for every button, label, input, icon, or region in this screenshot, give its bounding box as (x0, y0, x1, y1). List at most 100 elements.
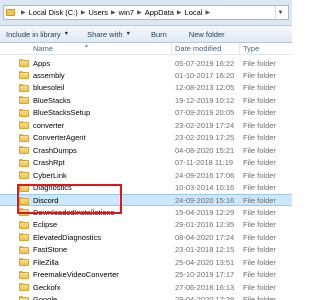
file-name: Google (33, 295, 58, 300)
file-date: 05-07-2019 16:22 (175, 58, 235, 68)
file-name: BlueStacks (33, 95, 71, 105)
file-row[interactable]: CrashRpt 07-11-2018 11:19 File folder (0, 157, 292, 169)
breadcrumb-local-disk[interactable]: Local Disk (C:) (29, 8, 78, 17)
file-row[interactable]: assembly 01-10-2017 16:20 File folder (0, 69, 292, 81)
breadcrumb-appdata[interactable]: AppData (145, 8, 174, 17)
column-divider[interactable] (239, 43, 240, 55)
breadcrumb-local[interactable]: Local (185, 8, 203, 17)
file-row[interactable]: ElevatedDiagnostics 08-04-2020 17:24 File … (0, 231, 292, 243)
chevron-down-icon[interactable]: ▼ (275, 6, 285, 19)
file-date: 25-04-2020 13:51 (175, 257, 235, 267)
folder-icon (19, 220, 29, 229)
file-date: 19-12-2019 10:12 (175, 95, 235, 105)
file-row[interactable]: bluesoleil 12-08-2013 12:05 File folder (0, 82, 292, 94)
column-headers: Name ▲ Date modified Type (0, 43, 292, 55)
address-bar[interactable]: ▶ Local Disk (C:) ▶ Users ▶ win7 ▶ AppDa… (3, 5, 289, 20)
file-type: File folder (243, 70, 276, 80)
file-date: 28-04-2020 17:29 (175, 295, 235, 300)
file-row[interactable]: BlueStacksSetup 07-09-2019 20:05 File fold… (0, 107, 292, 119)
folder-icon (19, 158, 29, 167)
file-type: File folder (243, 133, 276, 143)
file-date: 10-03-2014 10:16 (175, 183, 235, 192)
include-in-library-button[interactable]: Include in library ▼ (2, 30, 73, 39)
chevron-right-icon[interactable]: ▶ (205, 9, 210, 16)
file-name: ElevatedDiagnostics (33, 232, 101, 242)
chevron-right-icon: ▶ (21, 10, 26, 16)
folder-icon (19, 295, 29, 300)
file-date: 23-02-2019 17:24 (175, 120, 235, 130)
file-type: File folder (243, 295, 276, 300)
share-with-button[interactable]: Share with ▼ (83, 30, 135, 39)
file-type: File folder (243, 95, 276, 105)
folder-icon (19, 96, 29, 105)
file-name: CrashRpt (33, 158, 65, 168)
file-date: 23-02-2019 17:25 (175, 133, 235, 143)
file-type: File folder (243, 145, 276, 155)
column-divider[interactable] (171, 43, 172, 55)
file-date: 04-08-2020 15:21 (175, 145, 235, 155)
file-row[interactable]: Geckofx 27-06-2018 16:13 File folder (0, 281, 292, 293)
folder-icon (19, 133, 29, 142)
file-type: File folder (243, 120, 276, 130)
file-date: 12-08-2013 12:05 (175, 83, 235, 93)
file-name: ConverterAgent (33, 133, 86, 143)
file-row[interactable]: Apps 05-07-2019 16:22 File folder (0, 57, 292, 69)
file-type: File folder (243, 108, 276, 118)
chevron-right-icon[interactable]: ▶ (177, 9, 182, 16)
file-type: File folder (243, 196, 276, 206)
file-row[interactable]: CyberLink 24-09-2016 17:06 File folder (0, 169, 292, 181)
file-type: File folder (243, 257, 276, 267)
folder-icon (19, 233, 29, 242)
file-row[interactable]: Google 28-04-2020 17:29 File folder (0, 294, 292, 300)
file-name: BlueStacksSetup (33, 108, 91, 118)
column-header-name[interactable]: Name (33, 44, 53, 53)
sort-up-icon: ▲ (84, 43, 89, 49)
address-bar-area: ▶ Local Disk (C:) ▶ Users ▶ win7 ▶ AppDa… (0, 0, 292, 26)
folder-icon (6, 9, 15, 16)
file-name: CrashDumps (33, 145, 77, 155)
file-type: File folder (243, 220, 276, 230)
file-name: CyberLink (33, 170, 67, 180)
folder-icon (19, 258, 29, 267)
burn-button[interactable]: Burn (147, 30, 171, 39)
file-type: File folder (243, 232, 276, 242)
column-header-date[interactable]: Date modified (175, 44, 221, 53)
file-row[interactable]: ConverterAgent 23-02-2019 17:25 File folde… (0, 132, 292, 144)
file-row[interactable]: FastStone 23-01-2018 12:15 File folder (0, 244, 292, 256)
file-name: Eclipse (33, 220, 58, 230)
file-date: 24-09-2016 17:06 (175, 170, 235, 180)
new-folder-button[interactable]: New folder (185, 30, 229, 39)
file-type: File folder (243, 158, 276, 168)
folder-icon (19, 71, 29, 80)
file-date: 08-04-2020 17:24 (175, 232, 235, 242)
file-row[interactable]: BlueStacks 19-12-2019 10:12 File folder (0, 94, 292, 106)
chevron-right-icon[interactable]: ▶ (81, 9, 86, 16)
file-row[interactable]: FreemakeVideoConverter 25-10-2019 17:17 Fi… (0, 269, 292, 281)
file-date: 15-04-2019 12:29 (175, 207, 235, 217)
folder-icon (19, 283, 29, 292)
breadcrumb-users[interactable]: Users (88, 8, 108, 17)
chevron-right-icon[interactable]: ▶ (111, 9, 116, 16)
file-row[interactable]: converter 23-02-2019 17:24 File folder (0, 119, 292, 131)
highlight-annotation-box (17, 184, 122, 214)
burn-label: Burn (150, 29, 167, 39)
file-name: Apps (33, 58, 51, 68)
folder-icon (19, 146, 29, 155)
folder-icon (19, 108, 29, 117)
file-date: 01-10-2017 16:20 (175, 70, 235, 80)
file-row[interactable]: Eclipse 29-01-2016 12:35 File folder (0, 219, 292, 231)
file-date: 07-11-2018 11:19 (175, 158, 234, 168)
file-name: Geckofx (33, 282, 61, 292)
breadcrumb-win7[interactable]: win7 (119, 8, 134, 17)
chevron-right-icon[interactable]: ▶ (137, 9, 142, 16)
file-row[interactable]: FileZilla 25-04-2020 13:51 File folder (0, 256, 292, 268)
file-row[interactable]: CrashDumps 04-08-2020 15:21 File folder (0, 144, 292, 156)
folder-icon (19, 121, 29, 130)
column-header-type[interactable]: Type (243, 44, 259, 53)
file-date: 29-01-2016 12:35 (175, 220, 235, 230)
file-type: File folder (243, 270, 276, 280)
file-name: assembly (33, 70, 65, 80)
new-folder-label: New folder (188, 29, 225, 39)
file-type: File folder (243, 282, 276, 292)
include-in-library-label: Include in library (6, 29, 61, 39)
